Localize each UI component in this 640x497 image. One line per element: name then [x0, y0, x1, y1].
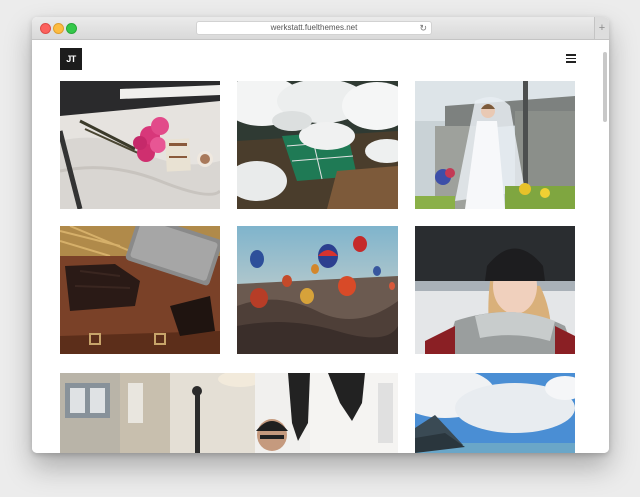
plus-icon: + — [598, 22, 606, 34]
maximize-window-button[interactable] — [66, 23, 77, 34]
close-window-button[interactable] — [40, 23, 51, 34]
address-bar-url: werkstatt.fuelthemes.net — [270, 23, 358, 32]
browser-titlebar: werkstatt.fuelthemes.net ↻ + — [32, 17, 609, 40]
site-logo-text: JT — [66, 54, 76, 64]
address-bar[interactable]: werkstatt.fuelthemes.net ↻ — [196, 21, 432, 35]
hamburger-menu-icon[interactable] — [566, 54, 576, 63]
gallery-image-bride[interactable] — [415, 81, 575, 209]
page-content: JT — [32, 40, 609, 453]
reload-icon[interactable]: ↻ — [419, 22, 427, 34]
gallery-image-coast-sky[interactable] — [415, 373, 575, 453]
gallery-image-hot-air-balloons[interactable] — [237, 226, 398, 354]
gallery-image-leather-gloves[interactable] — [60, 226, 220, 354]
gallery-image-woman-beanie[interactable] — [415, 226, 575, 354]
site-logo[interactable]: JT — [60, 48, 82, 70]
minimize-window-button[interactable] — [53, 23, 64, 34]
browser-window: werkstatt.fuelthemes.net ↻ + JT — [32, 17, 609, 453]
gallery-image-flowers-book[interactable] — [60, 81, 220, 209]
new-tab-button[interactable]: + — [594, 17, 609, 39]
page-scrollbar[interactable] — [603, 52, 607, 122]
gallery-image-street-man[interactable] — [60, 373, 398, 453]
gallery-image-aerial-clouds[interactable] — [237, 81, 398, 209]
